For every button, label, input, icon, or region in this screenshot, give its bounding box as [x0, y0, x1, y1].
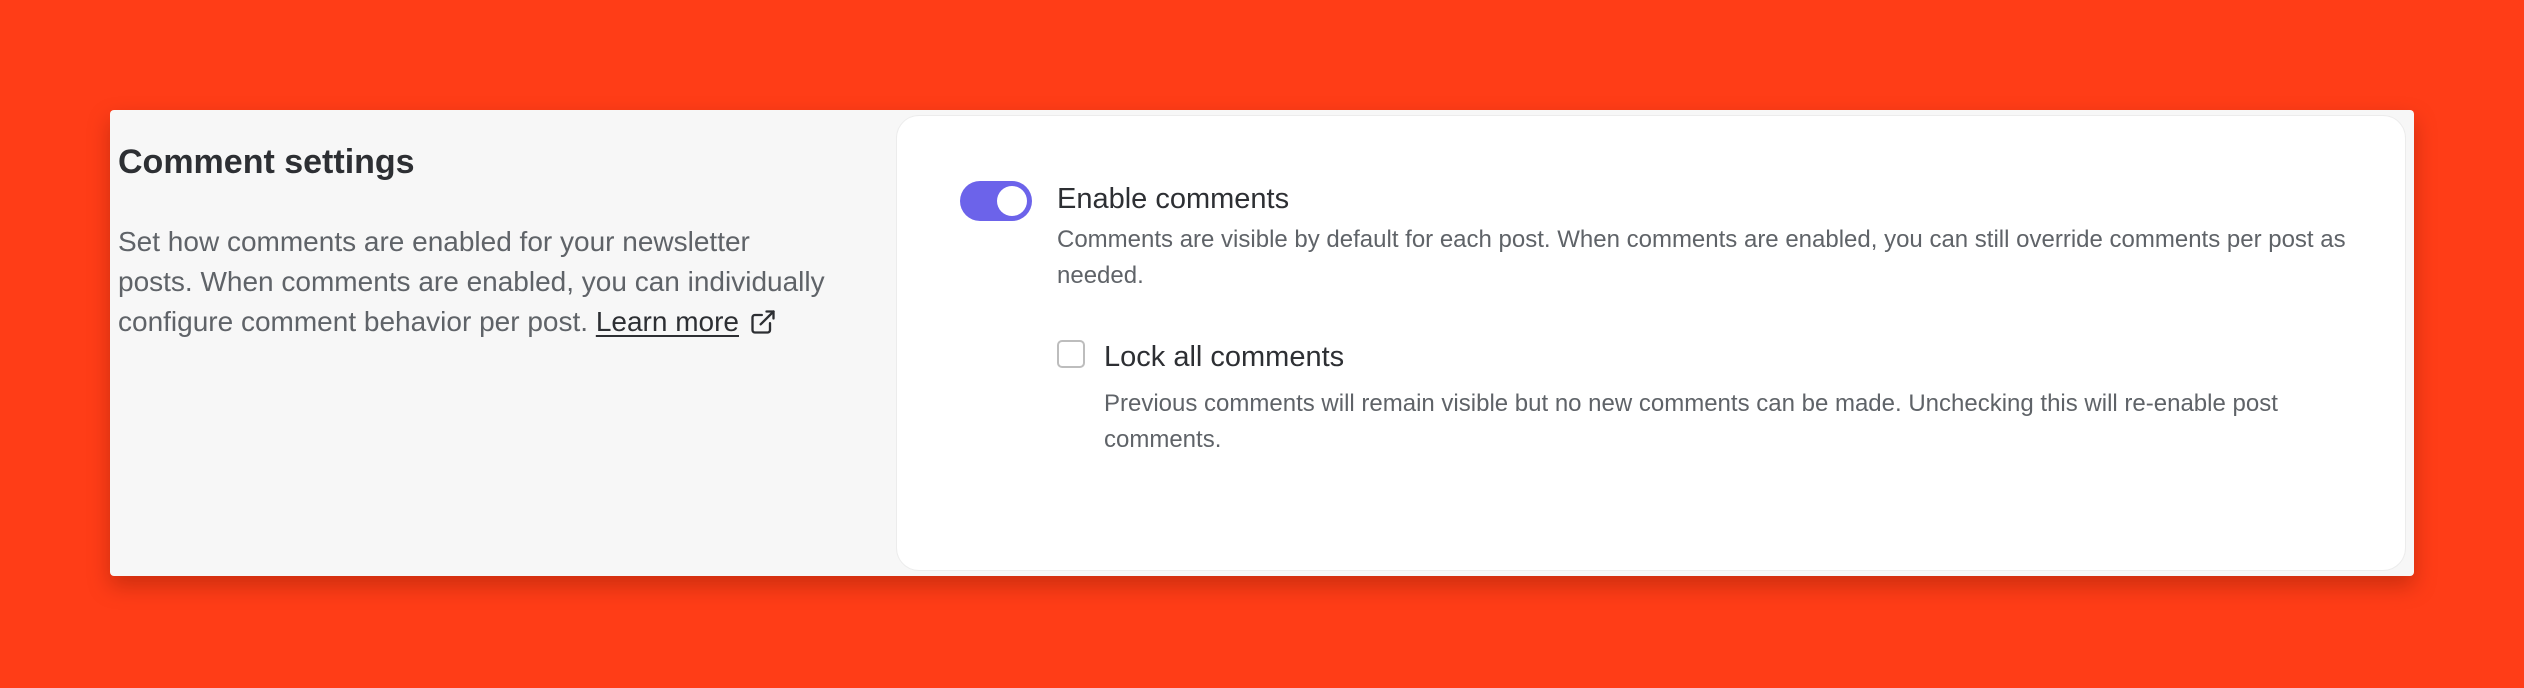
settings-card: Enable comments Comments are visible by … — [897, 116, 2405, 570]
enable-comments-help: Comments are visible by default for each… — [1057, 226, 2346, 289]
toggle-knob — [997, 186, 1027, 216]
lock-all-comments-checkbox[interactable] — [1057, 340, 1085, 368]
enable-comments-label: Enable comments — [1057, 183, 1290, 215]
enable-comments-toggle[interactable] — [960, 181, 1032, 221]
learn-more-link[interactable]: Learn more — [596, 302, 777, 342]
comment-settings-panel: Comment settings Set how comments are en… — [110, 110, 2414, 576]
external-link-icon — [751, 310, 775, 334]
section-description-block: Set how comments are enabled for your ne… — [118, 222, 828, 342]
lock-all-comments-help: Previous comments will remain visible bu… — [1104, 390, 2278, 453]
section-title: Comment settings — [118, 143, 415, 181]
settings-description-column: Comment settings Set how comments are en… — [118, 140, 828, 342]
lock-all-comments-label[interactable]: Lock all comments — [1104, 338, 1344, 376]
learn-more-label: Learn more — [595, 306, 739, 337]
